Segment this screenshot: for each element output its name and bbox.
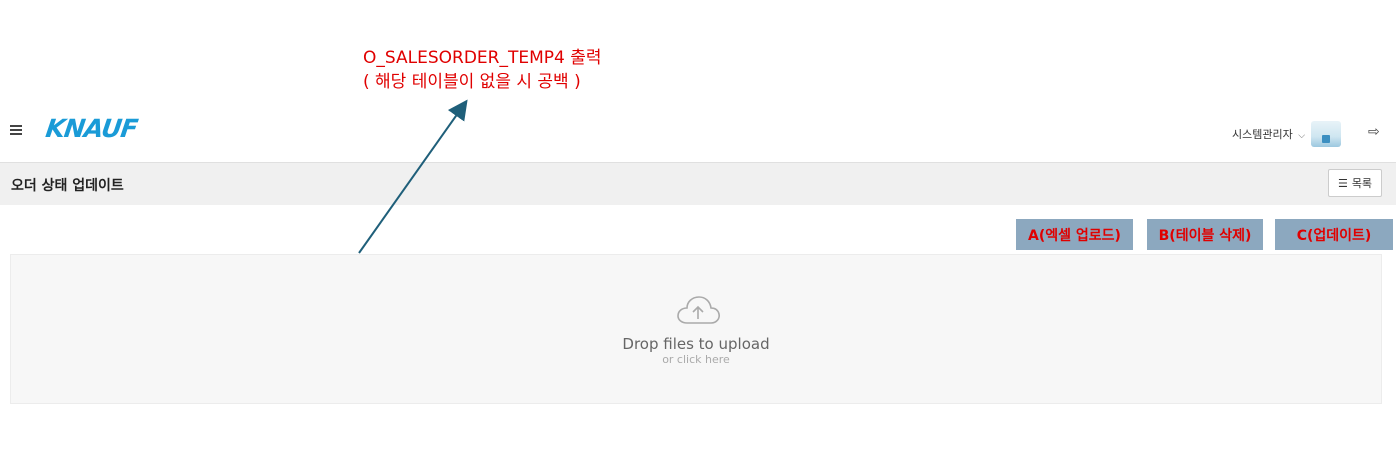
page-title: 오더 상태 업데이트 [11, 178, 124, 194]
list-button[interactable]: ☰ 목록 [1328, 169, 1382, 197]
cloud-upload-icon [677, 296, 720, 324]
knauf-logo[interactable]: KNAUF [44, 114, 139, 143]
logout-icon[interactable]: ⇨ [1368, 124, 1380, 140]
excel-upload-button[interactable]: A(엑셀 업로드) [1016, 219, 1133, 250]
username-label: 시스템관리자 [1232, 128, 1293, 141]
dropzone-title: Drop files to upload [622, 335, 770, 353]
page-header: 오더 상태 업데이트 ☰ 목록 [0, 162, 1396, 205]
annotation-line-1: O_SALESORDER_TEMP4 출력 [363, 48, 602, 68]
avatar[interactable] [1311, 121, 1341, 147]
file-dropzone[interactable]: Drop files to upload or click here [10, 254, 1382, 404]
chevron-down-icon: ⌵ [1298, 131, 1306, 141]
list-icon: ☰ [1337, 176, 1348, 190]
update-button[interactable]: C(업데이트) [1275, 219, 1393, 250]
dropzone-subtitle: or click here [662, 353, 730, 366]
top-navbar: KNAUF 시스템관리자 ⌵ ⇨ [0, 108, 1396, 160]
delete-table-button[interactable]: B(테이블 삭제) [1147, 219, 1263, 250]
user-menu[interactable]: 시스템관리자 ⌵ [1232, 126, 1305, 142]
list-button-label: 목록 [1351, 177, 1373, 190]
menu-icon[interactable] [10, 125, 22, 135]
annotation-line-2: ( 해당 테이블이 없을 시 공백 ) [363, 72, 581, 92]
annotation-note: O_SALESORDER_TEMP4 출력 ( 해당 테이블이 없을 시 공백 … [363, 46, 602, 94]
